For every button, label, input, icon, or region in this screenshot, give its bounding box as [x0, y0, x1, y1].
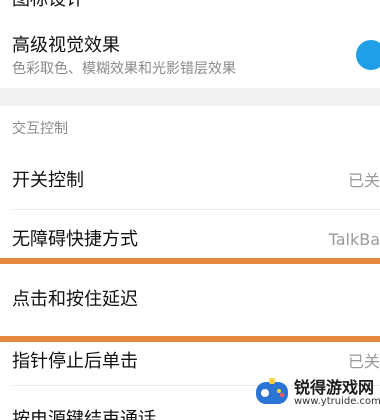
settings-row-switch-control[interactable]: 开关控制 已关 [0, 152, 380, 210]
top-cutoff-row[interactable]: 图标设计 [0, 0, 380, 24]
watermark-text: 锐得游戏网 [294, 378, 375, 397]
section-separator [0, 88, 380, 106]
gamepad-logo-icon [256, 378, 288, 404]
switch-control-title: 开关控制 [12, 170, 84, 191]
watermark-url: www.ytruide.com [294, 396, 380, 407]
watermark: 锐得游戏网 www.ytruide.com [254, 368, 380, 416]
section-header-interaction-control: 交互控制 [12, 121, 68, 137]
settings-row-touch-hold-delay[interactable]: 点击和按住延迟 [0, 264, 380, 336]
top-cutoff-title: 图标设计 [12, 0, 84, 12]
settings-row-accessibility-shortcut[interactable]: 无障碍快捷方式 TalkBa [0, 210, 380, 258]
section-header-row: 交互控制 [0, 106, 380, 152]
touch-hold-delay-title: 点击和按住延迟 [12, 289, 138, 310]
visual-effects-row[interactable]: 高级视觉效果 色彩取色、模糊效果和光影错层效果 [0, 24, 380, 88]
accessibility-shortcut-title: 无障碍快捷方式 [12, 229, 138, 250]
visual-effects-subtitle: 色彩取色、模糊效果和光影错层效果 [12, 61, 236, 77]
switch-control-value: 已关 [347, 171, 380, 190]
power-end-call-title: 按电源键结束通话 [12, 409, 156, 420]
visual-effects-title: 高级视觉效果 [12, 35, 120, 56]
dwell-click-title: 指针停止后单击 [12, 351, 138, 372]
visual-effects-toggle[interactable] [356, 40, 380, 70]
accessibility-shortcut-value: TalkBa [328, 230, 380, 249]
